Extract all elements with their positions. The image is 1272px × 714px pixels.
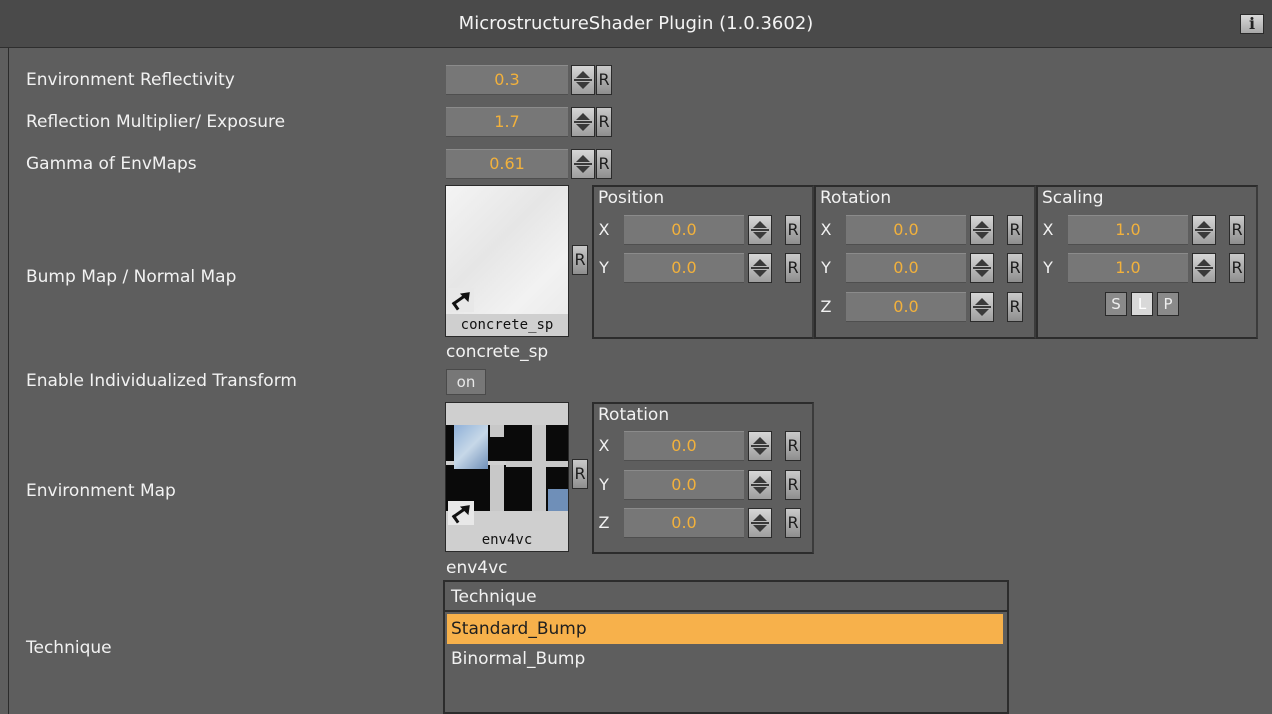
reflection-multiplier-field[interactable]: 1.7 [446,107,568,137]
scaling-y-field[interactable]: 1.0 [1068,253,1188,283]
scale-p-button[interactable]: P [1157,292,1179,316]
scale-l-button[interactable]: L [1131,292,1153,316]
env-rotation-z-axis-label: Z [598,513,610,532]
gamma-envmaps-spinner-icon[interactable] [571,149,595,179]
env-rotation-x-axis-label: X [598,436,610,455]
env-reflectivity-field[interactable]: 0.3 [446,65,568,95]
reflection-multiplier-spinner-icon[interactable] [571,107,595,137]
shortcut-arrow-icon [448,288,474,312]
scaling-title: Scaling [1042,188,1104,208]
env-rotation-x-reset-button[interactable]: R [785,431,801,461]
bump-rotation-y-field[interactable]: 0.0 [846,253,966,283]
reflection-multiplier-label: Reflection Multiplier/ Exposure [26,112,286,132]
individual-transform-label: Enable Individualized Transform [26,371,297,391]
scaling-x-reset-button[interactable]: R [1229,215,1245,245]
position-y-reset-button[interactable]: R [785,253,801,283]
position-y-field[interactable]: 0.0 [624,253,744,283]
environment-map-thumbnail[interactable]: env4vc [445,402,569,552]
position-y-axis-label: Y [599,258,609,277]
bump-rotation-z-axis-label: Z [820,297,832,316]
env-rotation-y-field[interactable]: 0.0 [624,470,744,500]
position-title: Position [598,188,665,208]
bump-rotation-x-axis-label: X [820,220,832,239]
bump-rotation-z-field[interactable]: 0.0 [846,292,966,322]
bump-rotation-x-spinner-icon[interactable] [970,215,994,245]
technique-label: Technique [26,638,112,658]
env-rotation-z-spinner-icon[interactable] [748,508,772,538]
env-reflectivity-spinner-icon[interactable] [571,65,595,95]
env-rotation-y-reset-button[interactable]: R [785,470,801,500]
bump-rotation-y-spinner-icon[interactable] [970,253,994,283]
scaling-y-spinner-icon[interactable] [1192,253,1216,283]
scaling-y-reset-button[interactable]: R [1229,253,1245,283]
bump-map-reset-button[interactable]: R [572,245,588,275]
bump-map-thumbnail-caption: concrete_sp [446,314,568,336]
env-rotation-y-axis-label: Y [599,475,609,494]
shortcut-arrow-icon [448,501,474,525]
environment-map-name: env4vc [446,558,508,578]
position-x-reset-button[interactable]: R [785,215,801,245]
info-icon[interactable]: i [1240,14,1264,34]
bump-rotation-x-field[interactable]: 0.0 [846,215,966,245]
environment-map-reset-button[interactable]: R [572,459,588,489]
bump-rotation-z-spinner-icon[interactable] [970,292,994,322]
env-rotation-z-field[interactable]: 0.0 [624,508,744,538]
bump-rotation-y-axis-label: Y [821,258,831,277]
position-x-spinner-icon[interactable] [748,215,772,245]
reflection-multiplier-reset-button[interactable]: R [596,107,612,137]
bump-rotation-z-reset-button[interactable]: R [1007,292,1023,322]
scaling-y-axis-label: Y [1043,258,1053,277]
scaling-x-spinner-icon[interactable] [1192,215,1216,245]
gamma-envmaps-field[interactable]: 0.61 [446,149,568,179]
scaling-x-axis-label: X [1042,220,1054,239]
bump-map-name: concrete_sp [446,342,549,362]
position-y-spinner-icon[interactable] [748,253,772,283]
technique-list[interactable]: Technique Standard_Bump Binormal_Bump [443,580,1009,714]
gamma-envmaps-reset-button[interactable]: R [596,149,612,179]
bump-map-label: Bump Map / Normal Map [26,267,237,287]
bump-rotation-y-reset-button[interactable]: R [1007,253,1023,283]
gamma-envmaps-label: Gamma of EnvMaps [26,154,197,174]
env-reflectivity-reset-button[interactable]: R [596,65,612,95]
position-x-axis-label: X [598,220,610,239]
position-x-field[interactable]: 0.0 [624,215,744,245]
env-rotation-z-reset-button[interactable]: R [785,508,801,538]
individual-transform-toggle[interactable]: on [446,369,486,395]
technique-option-binormal-bump[interactable]: Binormal_Bump [445,644,1007,674]
bump-map-thumbnail[interactable]: concrete_sp [445,185,569,337]
env-rotation-x-field[interactable]: 0.0 [624,431,744,461]
scale-s-button[interactable]: S [1105,292,1127,316]
scaling-x-field[interactable]: 1.0 [1068,215,1188,245]
technique-option-standard-bump[interactable]: Standard_Bump [447,614,1003,644]
technique-list-header: Technique [445,582,1007,612]
bump-rotation-title: Rotation [820,188,892,208]
env-reflectivity-label: Environment Reflectivity [26,70,235,90]
bump-rotation-x-reset-button[interactable]: R [1007,215,1023,245]
environment-map-label: Environment Map [26,481,176,501]
left-divider [8,48,9,714]
window-title: MicrostructureShader Plugin (1.0.3602) [458,13,814,34]
env-rotation-x-spinner-icon[interactable] [748,431,772,461]
env-rotation-y-spinner-icon[interactable] [748,470,772,500]
environment-map-thumbnail-caption: env4vc [446,529,568,551]
env-rotation-title: Rotation [598,405,670,425]
